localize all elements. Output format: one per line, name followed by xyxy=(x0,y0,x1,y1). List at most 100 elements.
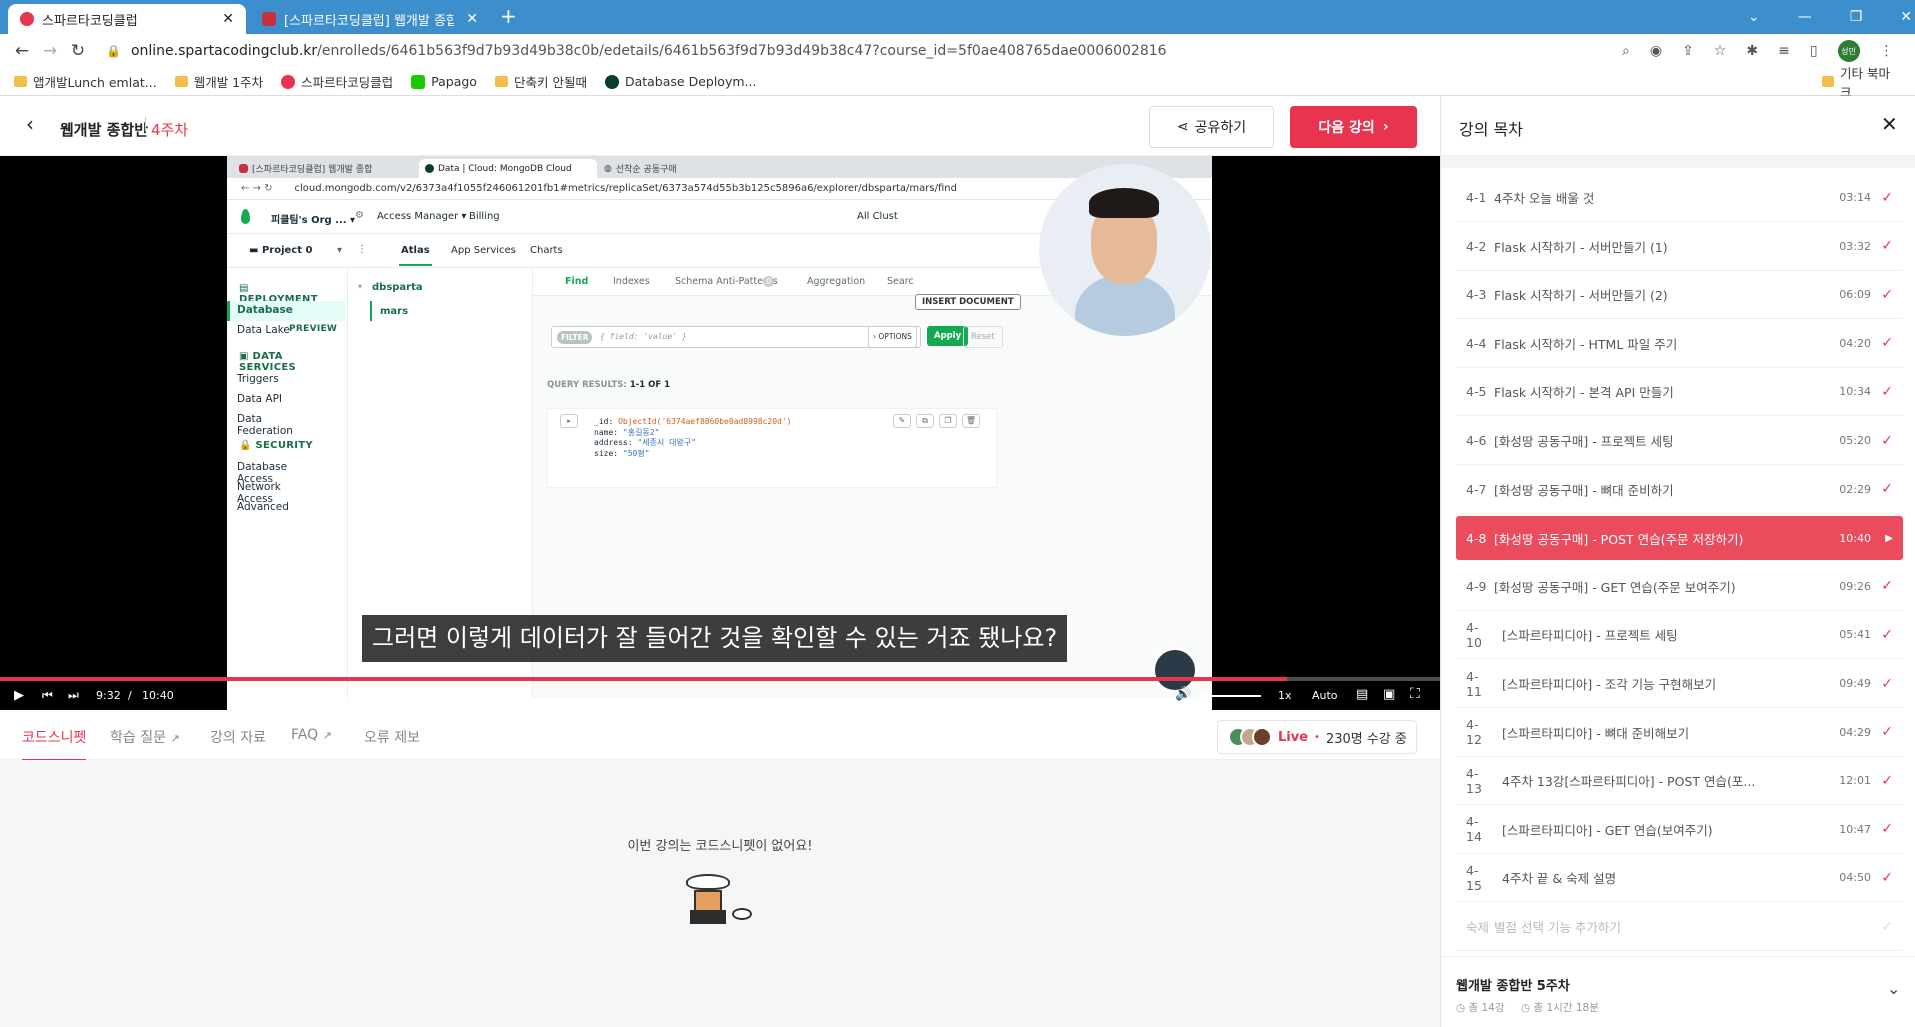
eye-off-icon[interactable]: ◉ xyxy=(1650,43,1662,59)
check-icon: ✓ xyxy=(1881,189,1893,206)
bookmark[interactable]: 단축키 안될때 xyxy=(494,72,587,91)
bookmark[interactable]: 스파르타코딩클럽 xyxy=(281,72,393,91)
lesson-item[interactable]: 4-10 [스파르타피디아] - 프로젝트 세팅 05:41 ✓ xyxy=(1456,611,1903,660)
media-icon[interactable]: ≡ xyxy=(1778,43,1790,59)
volume-slider[interactable] xyxy=(1197,695,1261,697)
captions-icon[interactable]: ▤ xyxy=(1356,687,1368,702)
nav-data-api: Data API xyxy=(237,393,283,405)
nav-data-lake: Data Lake xyxy=(237,324,290,336)
toolbar-icons: ⌕ ◉ ⇪ ☆ ✱ ≡ ▯ 성민 ⋮ xyxy=(1622,40,1894,62)
lesson-item[interactable]: 4-11 [스파르타피디아] - 조각 기능 구현해보기 09:49 ✓ xyxy=(1456,660,1903,708)
tab-title: [스파르타코딩클럽] 웹개발 종합 xyxy=(284,13,454,29)
next-week-section[interactable]: 웹개발 종합반 5주차 ◷ 총 14강 ◷ 총 1시간 18분 ⌄ xyxy=(1441,956,1915,1027)
lesson-item[interactable]: 숙제 별점 선택 기능 추가하기 ✓ xyxy=(1456,903,1903,951)
tab-questions[interactable]: 학습 질문 ↗ xyxy=(110,727,180,747)
chevron-down-icon[interactable]: ⌄ xyxy=(1748,9,1760,25)
lesson-item[interactable]: 4-12 [스파르타피디아] - 뼈대 준비해보기 04:29 ✓ xyxy=(1456,709,1903,757)
extension-icon[interactable]: ✱ xyxy=(1746,43,1758,59)
fullscreen-icon[interactable]: ⛶ xyxy=(1410,686,1420,702)
share-label: 공유하기 xyxy=(1194,120,1247,136)
section-data-services: ▣ DATA SERVICES xyxy=(239,351,296,373)
tab-faq[interactable]: FAQ ↗ xyxy=(291,727,332,743)
lesson-item[interactable]: 4-5 Flask 시작하기 - 본격 API 만들기 10:34 ✓ xyxy=(1456,368,1903,417)
next-lecture-button[interactable]: 다음 강의 › xyxy=(1290,106,1417,148)
close-icon[interactable]: ✕ xyxy=(222,11,234,27)
close-icon[interactable]: ✕ xyxy=(1881,112,1898,136)
folder-icon xyxy=(14,76,27,87)
sidepanel-icon[interactable]: ▯ xyxy=(1810,43,1818,59)
lesson-number: 4-13 xyxy=(1466,765,1482,796)
check-icon: ✓ xyxy=(1881,578,1893,595)
zoom-icon[interactable]: ⌕ xyxy=(1622,43,1630,59)
volume-icon[interactable]: 🔊 xyxy=(1175,687,1191,702)
lesson-item[interactable]: 4-1 4주차 오늘 배울 것 03:14 ✓ xyxy=(1456,174,1903,222)
lecture-header: ‹ 웹개발 종합반 | 4주차 ⋖ 공유하기 다음 강의 › xyxy=(0,96,1440,156)
lesson-item[interactable]: 4-7 [화성땅 공동구매] - 뼈대 준비하기 02:29 ✓ xyxy=(1456,466,1903,514)
lesson-item[interactable]: 4-2 Flask 시작하기 - 서버만들기 (1) 03:32 ✓ xyxy=(1456,223,1903,271)
papago-icon xyxy=(411,74,426,89)
star-icon[interactable]: ☆ xyxy=(1714,43,1727,59)
bookmark-label: 기타 북마크 xyxy=(1840,65,1891,100)
more-vert-icon[interactable]: ⋮ xyxy=(1880,43,1894,59)
browser-tab-active[interactable]: 스파르타코딩클럽 ✕ xyxy=(8,4,246,34)
play-icon[interactable]: ▶ xyxy=(14,688,24,703)
lesson-number: 4-2 xyxy=(1466,238,1487,254)
lesson-item[interactable]: 4-3 Flask 시작하기 - 서버만들기 (2) 06:09 ✓ xyxy=(1456,271,1903,320)
project-name: Project 0 xyxy=(261,245,313,256)
lesson-number: 4-12 xyxy=(1466,717,1482,748)
forward-arrow-icon[interactable]: → xyxy=(36,41,64,61)
lesson-title: Flask 시작하기 - HTML 파일 주기 xyxy=(1494,336,1678,352)
quality-button[interactable]: Auto xyxy=(1312,689,1338,702)
back-arrow-icon[interactable]: ← xyxy=(8,41,36,61)
bookmark[interactable]: 웹개발 1주차 xyxy=(174,72,264,91)
bookmark[interactable]: Database Deploym... xyxy=(604,74,756,89)
close-icon[interactable]: ✕ xyxy=(466,11,478,27)
mongo-sidebar: ▤ DEPLOYMENT Database Data Lake PREVIEW … xyxy=(227,268,345,628)
filter-label: FILTER xyxy=(557,331,593,344)
skip-forward-icon[interactable]: ⏭ xyxy=(68,688,79,703)
lesson-item[interactable]: 4-8 [화성땅 공동구매] - POST 연습(주문 저장하기) 10:40 ▶ xyxy=(1456,516,1903,561)
new-tab-plus-icon[interactable]: + xyxy=(500,4,517,28)
lesson-item[interactable]: 4-14 [스파르타피디아] - GET 연습(보여주기) 10:47 ✓ xyxy=(1456,806,1903,854)
video-controls: ▶ ⏮ ⏭ 9:32 / 10:40 🔊 1x Auto ▤ ▣ ⛶ xyxy=(0,684,1440,708)
chevron-left-icon[interactable]: ‹ xyxy=(26,112,34,136)
lesson-duration: 02:29 xyxy=(1839,482,1871,496)
speed-button[interactable]: 1x xyxy=(1278,689,1292,702)
tab-code-snippet[interactable]: 코드스니펫 xyxy=(22,727,87,761)
doc-value: "세종시 대왕구" xyxy=(637,438,696,447)
lesson-item[interactable]: 4-9 [화성땅 공동구매] - GET 연습(주문 보여주기) 09:26 ✓ xyxy=(1456,563,1903,611)
check-icon: ✓ xyxy=(1881,238,1893,255)
close-window-icon[interactable]: ✕ xyxy=(1900,9,1912,25)
restore-icon[interactable]: ❐ xyxy=(1850,9,1863,25)
doc-key: size: xyxy=(594,448,619,458)
tab-materials[interactable]: 강의 자료 xyxy=(210,727,266,747)
lesson-duration: 10:40 xyxy=(1839,531,1871,545)
reload-icon[interactable]: ↻ xyxy=(64,41,92,61)
minimize-icon[interactable]: — xyxy=(1798,9,1812,25)
skip-back-icon[interactable]: ⏮ xyxy=(42,688,53,703)
bookmark-label: 단축키 안될때 xyxy=(513,75,587,90)
pip-icon[interactable]: ▣ xyxy=(1383,687,1395,702)
lesson-item[interactable]: 4-15 4주차 끝 & 숙제 설명 04:50 ✓ xyxy=(1456,854,1903,903)
lesson-item[interactable]: 4-4 Flask 시작하기 - HTML 파일 주기 04:20 ✓ xyxy=(1456,320,1903,368)
lesson-item[interactable]: 4-13 4주차 13강[스파르타피디아] - POST 연습(포... 12:01… xyxy=(1456,757,1903,806)
share-icon[interactable]: ⇪ xyxy=(1682,43,1694,59)
org-selector: 피클팀's Org ... ▾ xyxy=(271,215,356,226)
address-bar: ← → ↻ 🔒 online.spartacodingclub.kr/enrol… xyxy=(0,34,1915,68)
browser-tab[interactable]: [스파르타코딩클럽] 웹개발 종합 ✕ xyxy=(250,4,490,34)
chevron-down-icon[interactable]: ⌄ xyxy=(1887,979,1900,998)
url-field[interactable]: online.spartacodingclub.kr/enrolleds/646… xyxy=(131,43,1167,59)
profile-avatar[interactable]: 성민 xyxy=(1837,40,1860,62)
tab-report-error[interactable]: 오류 제보 xyxy=(364,727,420,747)
share-button[interactable]: ⋖ 공유하기 xyxy=(1149,106,1274,148)
sparta-favicon-icon xyxy=(262,12,276,26)
lesson-item[interactable]: 4-6 [화성땅 공동구매] - 프로젝트 세팅 05:20 ✓ xyxy=(1456,417,1903,465)
progress-track[interactable] xyxy=(0,677,1440,681)
check-icon: ✓ xyxy=(1881,918,1893,935)
live-badge: Live • 230명 수강 중 xyxy=(1217,720,1417,754)
bookmark-label: 웹개발 1주차 xyxy=(193,75,264,90)
bookmark[interactable]: 앱개발Lunch emlat... xyxy=(14,72,157,91)
lesson-title: [화성땅 공동구매] - GET 연습(주문 보여주기) xyxy=(1494,579,1736,595)
bookmark[interactable]: Papago xyxy=(411,74,477,89)
bookmark-other[interactable]: 기타 북마크 xyxy=(1822,63,1897,101)
